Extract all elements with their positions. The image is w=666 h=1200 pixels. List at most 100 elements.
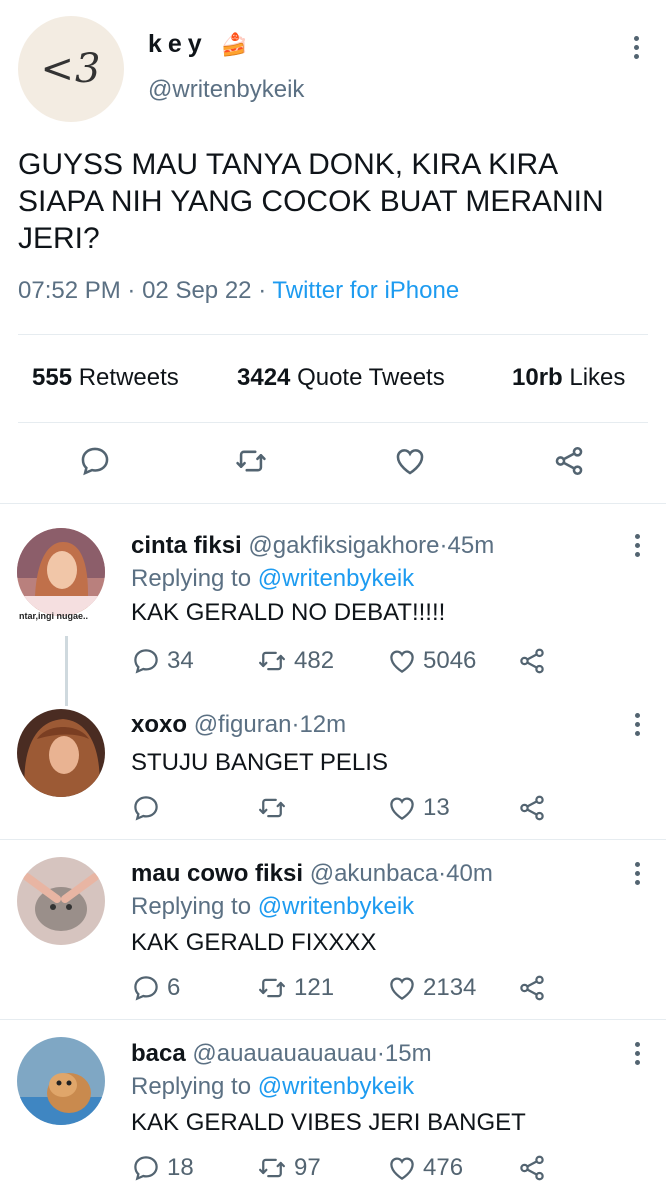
reply-more-options-icon[interactable] <box>633 713 641 740</box>
avatar-caption: ntar,ingi nugae.. <box>19 611 89 621</box>
cake-emoji: 🍰 <box>220 32 249 57</box>
reply-author-handle[interactable]: @auauauauauau <box>192 1040 377 1067</box>
divider <box>18 422 648 423</box>
likes-stat[interactable]: 10rb Likes <box>512 364 625 392</box>
like-button[interactable] <box>393 444 427 478</box>
reply-more-options-icon[interactable] <box>633 1042 641 1069</box>
replying-to-handle[interactable]: @writenbykeik <box>258 1073 414 1100</box>
share-icon <box>555 446 583 476</box>
reply-action-like[interactable]: 5046 <box>387 646 476 676</box>
reply-author-handle[interactable]: @figuran <box>194 711 292 738</box>
author-name[interactable]: key 🍰 <box>148 30 248 59</box>
reply-action-share[interactable] <box>517 973 547 1003</box>
reply-action-retweet[interactable]: 97 <box>256 1153 321 1183</box>
reply-icon <box>134 1156 158 1181</box>
replying-to-prefix: Replying to <box>131 1073 252 1100</box>
meta-separator: · <box>127 277 136 304</box>
retweet-icon <box>259 651 285 671</box>
reply-action-like[interactable]: 2134 <box>387 973 476 1003</box>
reply-author-name[interactable]: xoxo <box>131 711 187 738</box>
author-handle[interactable]: @writenbykeik <box>148 76 304 104</box>
more-options-icon[interactable] <box>632 36 640 63</box>
divider <box>0 839 666 840</box>
likes-label: Likes <box>569 364 626 391</box>
like-count: 5046 <box>423 647 477 674</box>
likes-count: 10rb <box>512 364 563 391</box>
author-display-name: key <box>148 30 208 58</box>
heart-icon <box>396 449 424 475</box>
retweet-count: 482 <box>294 647 335 674</box>
replying-to: Replying to @writenbykeik <box>131 1073 414 1101</box>
replying-to-prefix: Replying to <box>131 565 252 592</box>
reply-author-handle[interactable]: @gakfiksigakhore <box>248 532 439 559</box>
reply-avatar[interactable] <box>17 709 105 797</box>
tweet-time: 07:52 PM <box>18 277 121 304</box>
reply-author-name[interactable]: cinta fiksi <box>131 532 242 559</box>
share-icon <box>520 1155 544 1181</box>
reply-more-options-icon[interactable] <box>633 534 641 561</box>
like-count: 476 <box>423 1154 464 1181</box>
replying-to: Replying to @writenbykeik <box>131 565 414 593</box>
heart-icon <box>390 650 414 673</box>
reply-avatar[interactable] <box>17 857 105 945</box>
reply-text: KAK GERALD NO DEBAT!!!!! <box>131 599 446 626</box>
quote-tweets-stat[interactable]: 3424 Quote Tweets <box>237 364 445 392</box>
like-count: 2134 <box>423 974 477 1001</box>
meta-separator: · <box>439 532 448 559</box>
reply-time: 12m <box>299 711 347 738</box>
tweet-stats: 555 Retweets 3424 Quote Tweets 10rb Like… <box>32 364 652 394</box>
reply-icon <box>134 796 158 821</box>
reply-action-retweet[interactable]: 121 <box>256 973 334 1003</box>
tweet-text: GUYSS MAU TANYA DONK, KIRA KIRA SIAPA NI… <box>18 148 604 255</box>
reply-action-reply[interactable] <box>131 793 167 823</box>
quote-tweets-label: Quote Tweets <box>297 364 445 391</box>
reply-author-name[interactable]: mau cowo fiksi <box>131 860 303 887</box>
retweet-icon <box>259 978 285 998</box>
reply-action-reply[interactable]: 18 <box>131 1153 194 1183</box>
reply-time: 15m <box>384 1040 432 1067</box>
reply-header: mau cowo fiksi @akunbaca·40m <box>131 860 493 888</box>
reply-text: KAK GERALD FIXXXX <box>131 929 377 956</box>
reply-text: KAK GERALD VIBES JERI BANGET <box>131 1109 526 1136</box>
share-button[interactable] <box>552 444 586 478</box>
reply-action-retweet[interactable]: 482 <box>256 646 334 676</box>
reply-button[interactable] <box>78 444 112 478</box>
heart-icon <box>390 797 414 820</box>
reply-action-reply[interactable]: 34 <box>131 646 194 676</box>
reply-avatar[interactable] <box>17 528 105 616</box>
reply-count: 6 <box>167 974 181 1001</box>
tweet-date: 02 Sep 22 <box>142 277 252 304</box>
divider <box>0 1019 666 1020</box>
reply-more-options-icon[interactable] <box>633 862 641 889</box>
retweets-stat[interactable]: 555 Retweets <box>32 364 179 392</box>
retweet-button[interactable] <box>233 444 269 478</box>
like-count: 13 <box>423 794 450 821</box>
reply-author-name[interactable]: baca <box>131 1040 186 1067</box>
reply-count: 18 <box>167 1154 194 1181</box>
retweet-count: 97 <box>294 1154 321 1181</box>
author-avatar-text: <3 <box>40 46 102 92</box>
reply-author-handle[interactable]: @akunbaca <box>310 860 438 887</box>
reply-avatar[interactable] <box>17 1037 105 1125</box>
heart-icon <box>390 977 414 1000</box>
tweet-source-link[interactable]: Twitter for iPhone <box>272 277 459 304</box>
divider <box>0 503 666 504</box>
reply-action-share[interactable] <box>517 646 547 676</box>
reply-header: cinta fiksi @gakfiksigakhore·45m <box>131 532 494 560</box>
reply-time: 45m <box>447 532 495 559</box>
reply-text: STUJU BANGET PELIS <box>131 749 388 776</box>
reply-action-reply[interactable]: 6 <box>131 973 180 1003</box>
replying-to-handle[interactable]: @writenbykeik <box>258 893 414 920</box>
reply-action-share[interactable] <box>517 793 547 823</box>
reply-icon <box>134 976 158 1001</box>
reply-action-retweet[interactable] <box>256 793 294 823</box>
reply-time: 40m <box>446 860 493 887</box>
reply-count: 34 <box>167 647 194 674</box>
reply-action-share[interactable] <box>517 1153 547 1183</box>
reply-action-like[interactable]: 476 <box>387 1153 463 1183</box>
replying-to: Replying to @writenbykeik <box>131 893 414 921</box>
replying-to-handle[interactable]: @writenbykeik <box>258 565 414 592</box>
reply-action-like[interactable]: 13 <box>387 793 450 823</box>
meta-separator: · <box>376 1040 385 1067</box>
reply-icon <box>134 649 158 674</box>
